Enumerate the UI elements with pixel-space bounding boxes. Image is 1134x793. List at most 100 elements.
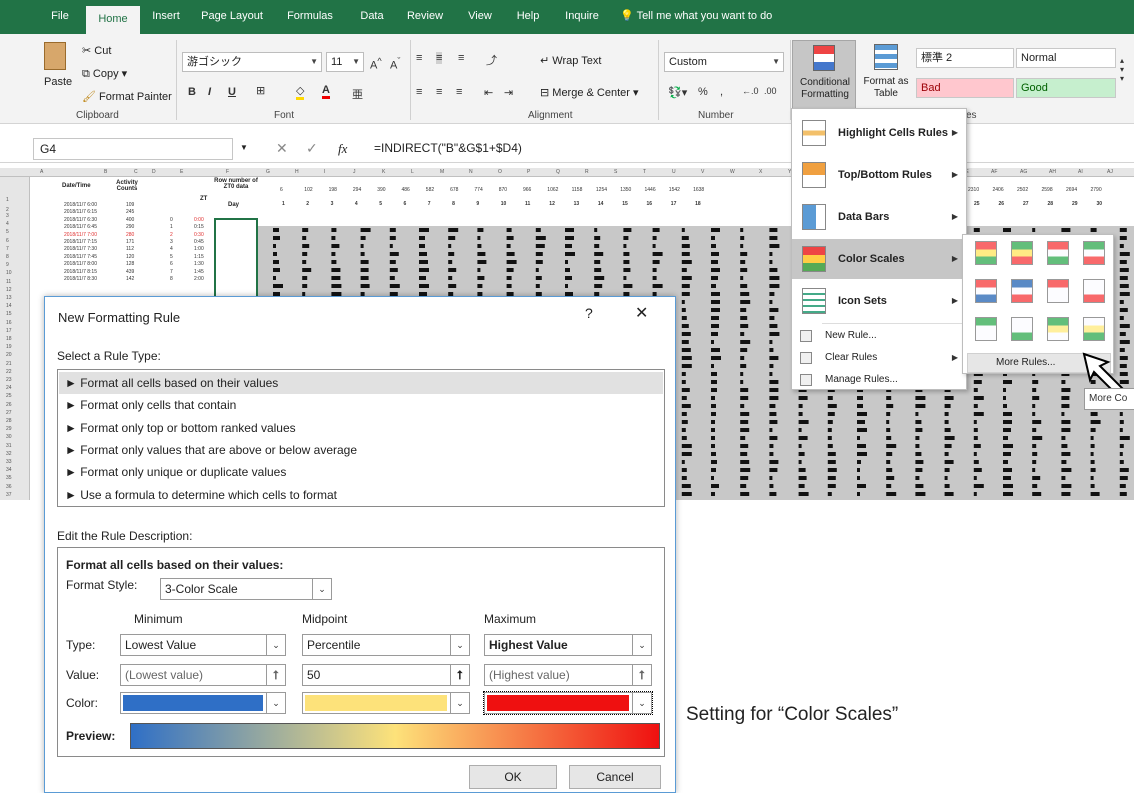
format-painter-button[interactable]: 🖌 Format Painter [82,90,172,103]
column-header[interactable]: J [353,168,356,177]
column-header[interactable]: L [411,168,414,177]
tell-me-box[interactable]: 💡 Tell me what you want to do [620,0,772,32]
column-header[interactable]: M [440,168,444,177]
increase-indent-icon[interactable]: ⇥ [504,86,513,99]
align-center-icon[interactable]: ≡ [436,86,442,98]
color-scale-swatch[interactable] [975,279,997,303]
row-header[interactable]: 5 [6,229,9,235]
row-header[interactable]: 31 [6,443,12,449]
column-header[interactable]: Q [556,168,560,177]
insert-function-icon[interactable]: fx [338,141,347,157]
cf-menu-small-item[interactable]: Manage Rules... [792,369,966,391]
cut-button[interactable]: ✂ Cut [82,44,111,57]
tab-insert[interactable]: Insert [146,0,186,34]
close-button[interactable]: ✕ [635,303,648,323]
help-button[interactable]: ? [585,305,593,321]
format-style-select[interactable]: 3-Color Scale ⌄ [160,578,332,600]
font-size-select[interactable]: 11 ▼ [326,52,364,72]
column-header[interactable]: AI [1078,168,1083,177]
row-header[interactable]: 36 [6,484,12,490]
row-header[interactable]: 37 [6,492,12,498]
rule-type-item[interactable]: ► Format only top or bottom ranked value… [59,417,663,439]
rule-type-item[interactable]: ► Format only unique or duplicate values [59,461,663,483]
fill-color-icon[interactable]: ◇ [296,84,305,100]
column-header[interactable]: X [759,168,762,177]
rule-type-list[interactable]: ► Format all cells based on their values… [57,369,665,507]
align-right-icon[interactable]: ≡ [456,86,462,98]
cf-menu-small-item[interactable]: New Rule... [792,325,966,347]
column-header[interactable]: R [585,168,589,177]
copy-button[interactable]: ⧉ Copy ▾ [82,67,127,81]
tab-help[interactable]: Help [510,0,546,34]
tab-view[interactable]: View [460,0,500,34]
cf-menu-item[interactable]: Data Bars ▶ [792,197,966,237]
orientation-icon[interactable]: ⤴ [486,52,497,68]
column-header[interactable]: S [614,168,617,177]
cf-menu-item[interactable]: Highlight Cells Rules ▶ [792,113,966,153]
tab-review[interactable]: Review [400,0,450,34]
paste-button[interactable]: Paste [38,40,74,104]
decrease-decimal-icon[interactable]: .00 [764,86,777,96]
color-scale-swatch[interactable] [1047,241,1069,265]
color-scale-swatch[interactable] [1083,279,1105,303]
bold-icon[interactable]: B [188,86,196,98]
row-header[interactable]: 24 [6,385,12,391]
column-header[interactable]: AJ [1107,168,1113,177]
column-header[interactable]: P [527,168,530,177]
row-header[interactable]: 32 [6,451,12,457]
row-header[interactable]: 10 [6,270,12,276]
midpoint-color-picker[interactable]: ⌄ [302,692,470,714]
row-header[interactable]: 30 [6,434,12,440]
column-header[interactable]: O [498,168,502,177]
column-header[interactable]: T [643,168,646,177]
percent-icon[interactable]: % [698,86,708,98]
font-name-select[interactable]: 游ゴシック ▼ [182,52,322,72]
align-bottom-icon[interactable]: ≡ [458,52,464,64]
row-header[interactable]: 26 [6,402,12,408]
borders-icon[interactable]: ⊞ [256,84,265,97]
row-header[interactable]: 22 [6,369,12,375]
tab-home[interactable]: Home [86,6,140,34]
style-normal[interactable]: Normal [1016,48,1116,68]
tab-data[interactable]: Data [354,0,390,34]
row-header[interactable]: 25 [6,393,12,399]
styles-scroll-icon[interactable]: ▴ ▾ ▾ [1120,56,1124,83]
font-color-icon[interactable]: A [322,84,330,99]
row-header[interactable]: 12 [6,287,12,293]
column-header[interactable]: D [152,168,156,177]
align-top-icon[interactable]: ≡ [416,52,422,64]
row-header[interactable]: 7 [6,246,9,252]
tab-page-layout[interactable]: Page Layout [196,0,268,34]
column-header[interactable]: U [672,168,676,177]
column-header[interactable]: N [469,168,473,177]
tab-formulas[interactable]: Formulas [282,0,338,34]
row-header[interactable]: 17 [6,328,12,334]
minimum-type-select[interactable]: Lowest Value ⌄ [120,634,286,656]
row-header[interactable]: 35 [6,475,12,481]
color-scale-swatch[interactable] [1011,317,1033,341]
column-header[interactable]: AG [1020,168,1027,177]
name-box[interactable]: G4 [33,138,233,160]
underline-icon[interactable]: U [228,86,236,98]
row-header[interactable]: 34 [6,467,12,473]
grow-font-icon[interactable]: A^ [370,56,382,72]
cancel-button[interactable]: Cancel [569,765,661,789]
row-header[interactable]: 14 [6,303,12,309]
column-header[interactable]: K [382,168,385,177]
color-scale-swatch[interactable] [1047,317,1069,341]
row-header[interactable]: 15 [6,311,12,317]
row-header[interactable]: 23 [6,377,12,383]
column-header[interactable]: G [266,168,270,177]
column-header[interactable]: AH [1049,168,1056,177]
tab-inquire[interactable]: Inquire [556,0,608,34]
rule-type-item[interactable]: ► Format only values that are above or b… [59,439,663,461]
color-scale-swatch[interactable] [1083,317,1105,341]
minimum-value-input[interactable]: (Lowest value) ⭡ [120,664,286,686]
row-header[interactable]: 9 [6,262,9,268]
row-header[interactable]: 29 [6,426,12,432]
wrap-text-button[interactable]: ↵ Wrap Text [540,54,601,67]
row-header[interactable]: 11 [6,279,11,285]
cf-menu-item[interactable]: Color Scales ▶ [792,239,966,279]
comma-icon[interactable]: , [720,86,723,98]
row-header[interactable]: 21 [6,361,12,367]
